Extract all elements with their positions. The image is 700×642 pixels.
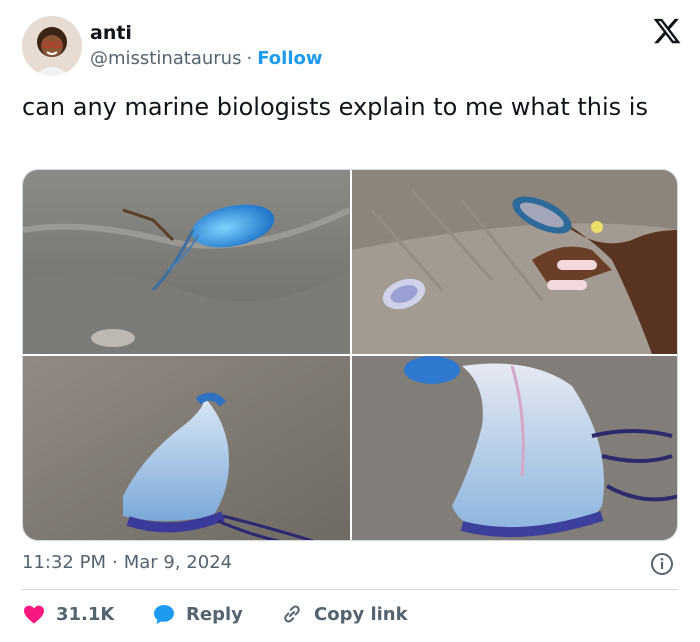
tweet-time: 11:32 PM [22,552,106,573]
heart-icon [24,605,44,624]
reply-button[interactable]: Reply [152,600,243,628]
photo-3[interactable] [23,356,350,540]
like-button[interactable]: 31.1K [22,600,114,628]
x-logo-icon[interactable] [652,16,682,46]
author-handle-row: @misstinataurus · Follow [90,48,323,69]
link-icon [284,605,300,623]
like-count: 31.1K [56,603,115,625]
photo-1[interactable] [23,170,350,354]
author-name[interactable]: anti [90,22,132,44]
reply-bubble-icon [154,605,174,624]
tweet-header: anti @misstinataurus · Follow [22,16,682,80]
follow-button[interactable]: Follow [257,48,322,69]
timestamp-row[interactable]: 11:32 PM · Mar 9, 2024 [22,552,232,573]
photo-4[interactable] [352,356,677,540]
action-bar: 31.1K Reply Copy link [22,600,678,628]
info-icon[interactable] [650,552,674,576]
divider [22,589,678,590]
copy-link-button[interactable]: Copy link [280,600,408,628]
tweet-date: Mar 9, 2024 [123,552,233,573]
author-handle[interactable]: @misstinataurus [90,48,241,69]
tweet-text: can any marine biologists explain to me … [22,93,648,121]
separator-dot: · [246,48,253,69]
media-grid [22,169,678,541]
copy-link-label: Copy link [314,603,408,625]
reply-label: Reply [186,603,243,625]
separator-dot: · [111,552,118,573]
avatar[interactable] [22,16,82,76]
photo-2[interactable] [352,170,677,354]
